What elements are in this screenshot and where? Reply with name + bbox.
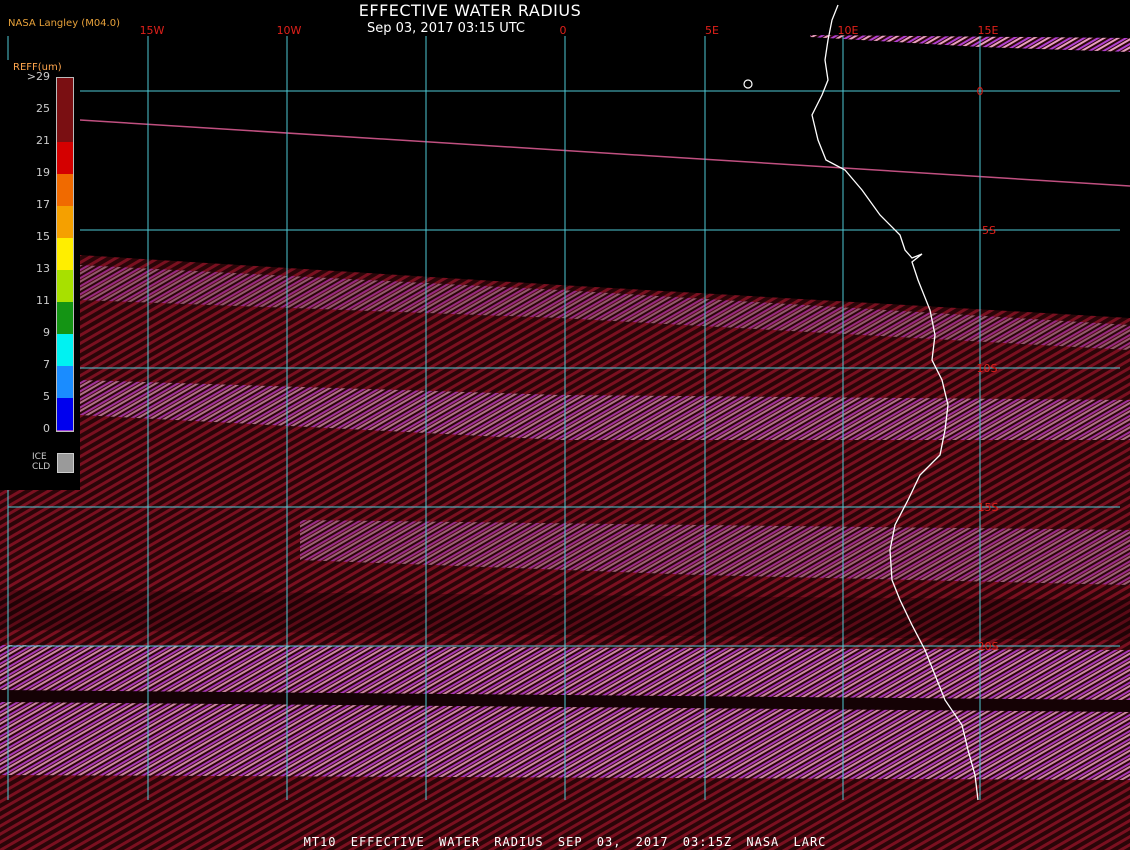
- lat-label-5s: 5S: [982, 224, 996, 237]
- lat-label-0: 0: [977, 85, 984, 98]
- ice-cloud-swatch: [57, 453, 74, 473]
- orbit-swath-line: [79, 119, 1130, 187]
- legend-tick-label: 25: [36, 102, 50, 115]
- satellite-map: 15W 10W 0 5E 10E 15E 0 5S 10S 15S 20S: [0, 4, 1130, 850]
- legend-tick-label: 5: [43, 390, 50, 403]
- legend-tick-label: 13: [36, 262, 50, 275]
- legend-tick-label: 7: [43, 358, 50, 371]
- map-timestamp: Sep 03, 2017 03:15 UTC: [366, 21, 526, 36]
- producer-label: NASA Langley (M04.0): [8, 18, 120, 29]
- legend-tick-label: 15: [36, 230, 50, 243]
- lat-label-10s: 10S: [977, 362, 998, 375]
- footer-caption: MT10 EFFECTIVE WATER RADIUS SEP 03, 2017…: [303, 835, 827, 849]
- lon-label-15e: 15E: [978, 24, 999, 37]
- legend-tick-label: >29: [26, 70, 50, 83]
- island: [743, 79, 753, 89]
- orbit-swath-top-right: [810, 35, 1130, 52]
- legend-tick-label: 21: [36, 134, 50, 147]
- legend-tick-label: 9: [43, 326, 50, 339]
- lat-label-20s: 20S: [978, 640, 999, 653]
- legend-tick-label: 11: [36, 294, 50, 307]
- ice-label-2: CLD: [32, 462, 51, 472]
- legend-tick-label: 0: [43, 422, 50, 435]
- lat-label-15s: 15S: [978, 501, 999, 514]
- legend-tick-label: 17: [36, 198, 50, 211]
- legend-tick-label: 19: [36, 166, 50, 179]
- ice-label-1: ICE: [32, 452, 47, 462]
- map-title: EFFECTIVE WATER RADIUS: [358, 1, 582, 20]
- legend-frame: [56, 77, 74, 432]
